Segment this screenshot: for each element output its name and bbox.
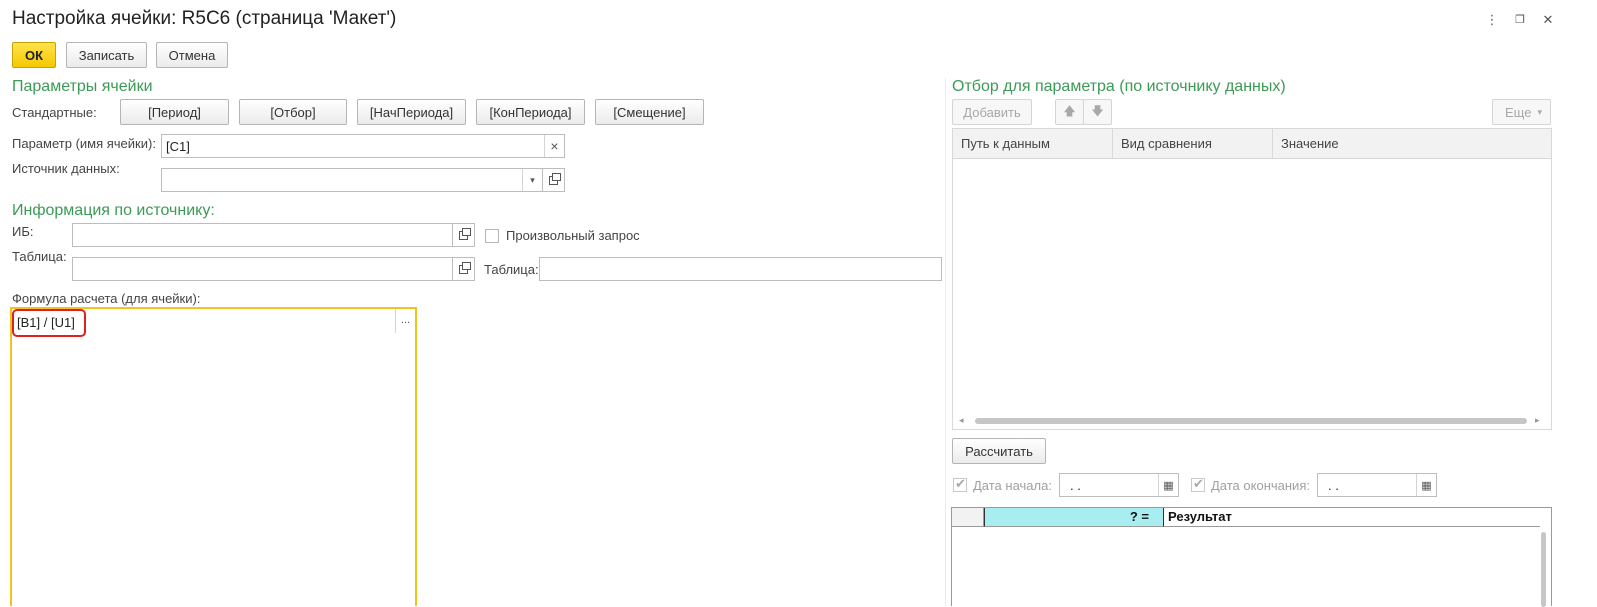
panel-divider — [945, 78, 946, 606]
table2-input[interactable] — [539, 257, 942, 281]
close-icon[interactable]: ✕ — [1540, 12, 1556, 28]
end-date-checkbox[interactable] — [1191, 476, 1205, 492]
start-period-button[interactable]: [НачПериода] — [357, 99, 466, 125]
more-menu-icon[interactable]: ⋮ — [1484, 12, 1500, 28]
filter-button[interactable]: [Отбор] — [239, 99, 347, 125]
cell-params-title: Параметры ячейки — [12, 78, 153, 95]
table-input[interactable] — [72, 257, 453, 281]
filter-table-header: Путь к данным Вид сравнения Значение — [953, 129, 1551, 159]
ok-button[interactable]: ОК — [12, 42, 56, 68]
window-title: Настройка ячейки: R5C6 (страница 'Макет'… — [12, 8, 397, 29]
param-name-input[interactable]: [C1] × — [161, 134, 565, 158]
result-header-result[interactable]: Результат — [1164, 508, 1540, 527]
open-window-icon — [459, 227, 471, 240]
vertical-scrollbar[interactable] — [1541, 532, 1546, 607]
param-label: Параметр (имя ячейки): — [12, 136, 156, 151]
calendar-icon[interactable]: ▦ — [1158, 474, 1178, 496]
ib-label: ИБ: — [12, 224, 34, 239]
column-header-value[interactable]: Значение — [1273, 129, 1551, 159]
end-date-label: Дата окончания: — [1211, 478, 1310, 493]
end-period-button[interactable]: [КонПериода] — [476, 99, 585, 125]
formula-label: Формула расчета (для ячейки): — [12, 291, 201, 306]
start-date-label: Дата начала: — [973, 478, 1052, 493]
result-corner-cell — [952, 508, 984, 527]
end-date-input[interactable]: . . ▦ — [1317, 473, 1437, 497]
open-table-button[interactable] — [453, 257, 475, 281]
add-button[interactable]: Добавить — [952, 99, 1032, 125]
more-actions-button[interactable]: Еще ▾ — [1492, 99, 1551, 125]
calendar-icon[interactable]: ▦ — [1416, 474, 1436, 496]
chevron-down-icon[interactable]: ▾ — [522, 169, 542, 191]
scroll-left-icon[interactable]: ◂ — [959, 415, 964, 426]
source-info-title: Информация по источнику: — [12, 202, 215, 219]
open-window-icon — [459, 261, 471, 274]
data-source-select[interactable]: ▾ — [161, 168, 543, 192]
offset-button[interactable]: [Смещение] — [595, 99, 704, 125]
source-label: Источник данных: — [12, 161, 120, 176]
move-up-icon[interactable]: 🡅 — [1055, 99, 1084, 125]
open-window-icon — [549, 172, 561, 185]
horizontal-scrollbar[interactable] — [975, 418, 1527, 424]
arbitrary-query-checkbox[interactable] — [485, 229, 499, 243]
chevron-down-icon: ▾ — [1537, 106, 1542, 117]
calculate-button[interactable]: Рассчитать — [952, 438, 1046, 464]
start-date-input[interactable]: . . ▦ — [1059, 473, 1179, 497]
formula-text: [B1] / [U1] — [17, 315, 75, 330]
move-down-icon[interactable]: 🡇 — [1083, 99, 1112, 125]
param-name-value: [C1] — [166, 138, 190, 154]
cancel-button[interactable]: Отмена — [156, 42, 228, 68]
standard-label: Стандартные: — [12, 105, 97, 120]
start-date-checkbox[interactable] — [953, 476, 967, 492]
end-date-value: . . — [1328, 477, 1339, 493]
open-source-button[interactable] — [543, 168, 565, 192]
filter-table[interactable]: Путь к данным Вид сравнения Значение ◂ ▸ — [952, 128, 1552, 430]
column-header-comparison[interactable]: Вид сравнения — [1113, 129, 1273, 159]
result-grid[interactable]: ? = Результат — [951, 507, 1552, 607]
ib-input[interactable] — [72, 223, 453, 247]
period-button[interactable]: [Период] — [120, 99, 229, 125]
save-button[interactable]: Записать — [66, 42, 147, 68]
open-ib-button[interactable] — [453, 223, 475, 247]
start-date-value: . . — [1070, 477, 1081, 493]
scroll-right-icon[interactable]: ▸ — [1535, 415, 1540, 426]
table2-label: Таблица: — [484, 262, 539, 277]
result-header-question[interactable]: ? = — [984, 508, 1164, 527]
table-label: Таблица: — [12, 249, 67, 264]
arbitrary-query-label: Произвольный запрос — [506, 228, 640, 243]
more-actions-label: Еще — [1505, 104, 1532, 120]
clear-icon[interactable]: × — [544, 135, 564, 157]
formula-editor[interactable]: [B1] / [U1] ... — [10, 307, 417, 606]
column-header-path[interactable]: Путь к данным — [953, 129, 1113, 159]
filter-title: Отбор для параметра (по источнику данных… — [952, 78, 1286, 95]
formula-ellipsis-button[interactable]: ... — [395, 309, 415, 333]
restore-icon[interactable]: ❐ — [1512, 12, 1528, 28]
